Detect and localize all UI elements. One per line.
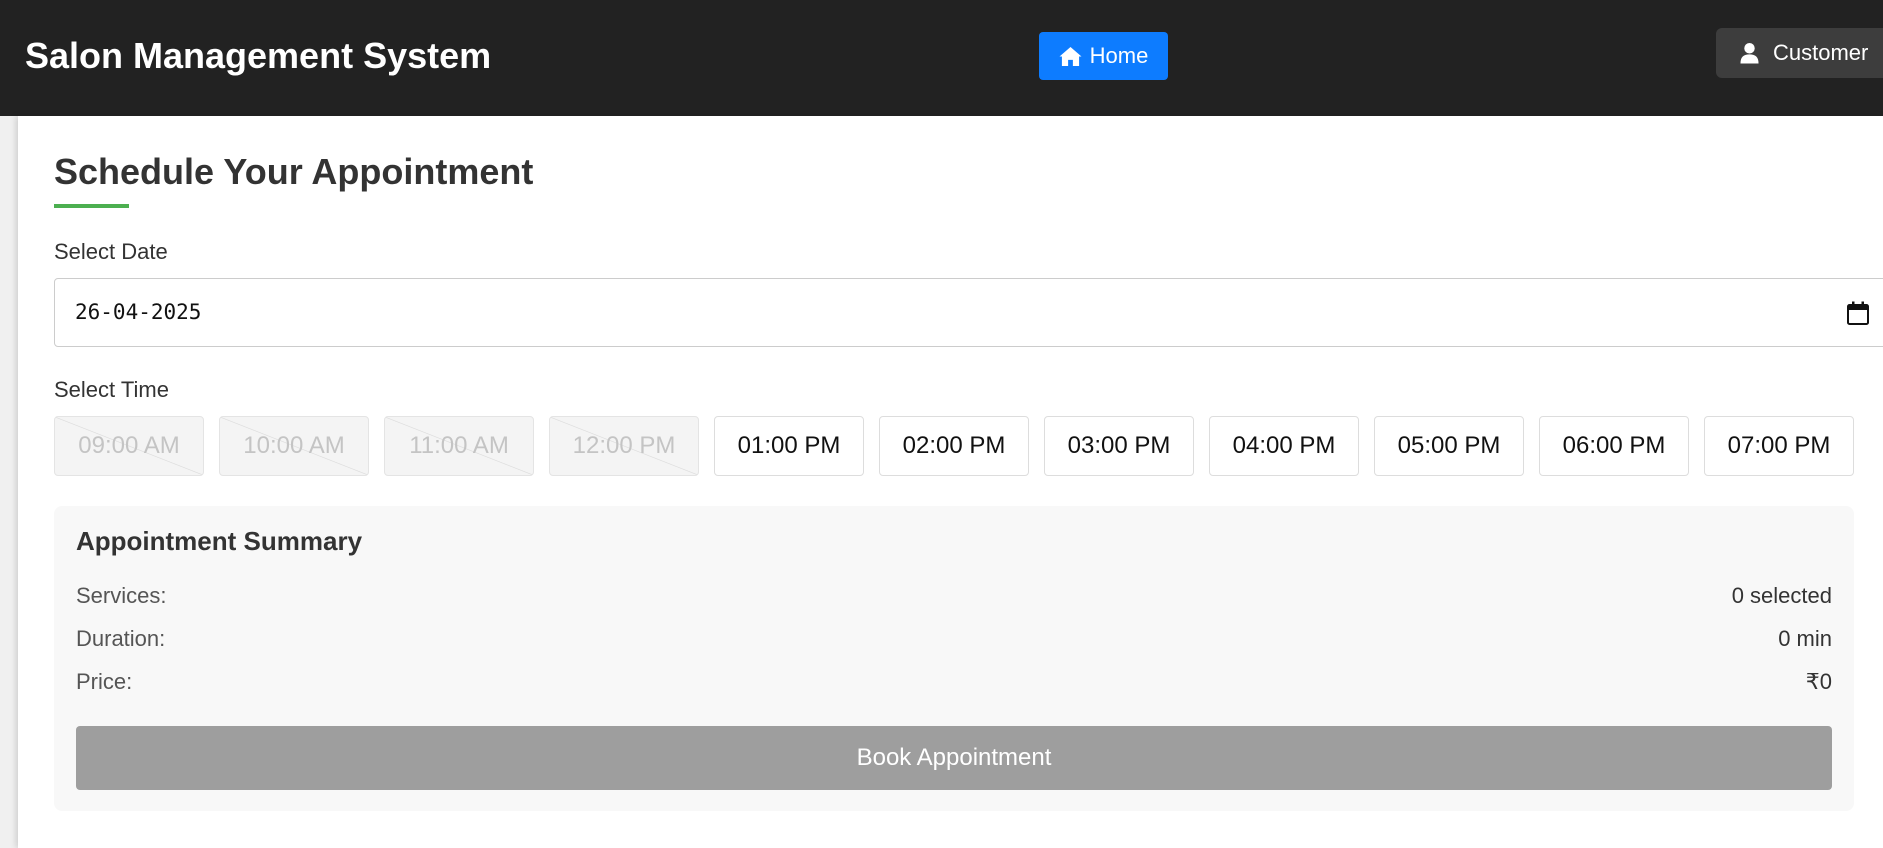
calendar-icon[interactable] <box>1847 301 1869 325</box>
date-label: Select Date <box>54 239 168 264</box>
time-slot[interactable]: 06:00 PM <box>1539 416 1689 476</box>
time-slot[interactable]: 04:00 PM <box>1209 416 1359 476</box>
summary-label: Duration: <box>76 626 166 651</box>
time-slot[interactable]: 07:00 PM <box>1704 416 1854 476</box>
summary-title: Appointment Summary <box>76 526 363 556</box>
summary-row-services: Services: 0 selected <box>76 583 1832 611</box>
customer-menu-button[interactable]: Customer <box>1716 28 1883 78</box>
time-slot[interactable]: 02:00 PM <box>879 416 1029 476</box>
time-label: Select Time <box>54 377 169 402</box>
summary-label: Services: <box>76 583 167 608</box>
time-slot[interactable]: 11:00 AM <box>384 416 534 476</box>
summary-value: 0 selected <box>1731 583 1832 608</box>
time-slot[interactable]: 05:00 PM <box>1374 416 1524 476</box>
user-icon <box>1740 43 1759 64</box>
time-slot[interactable]: 01:00 PM <box>714 416 864 476</box>
date-input[interactable]: 26-04-2025 <box>54 278 1883 347</box>
title-underline <box>54 204 129 208</box>
time-slot[interactable]: 12:00 PM <box>549 416 699 476</box>
home-button[interactable]: Home <box>1039 32 1168 80</box>
home-button-label: Home <box>1089 43 1149 68</box>
summary-row-duration: Duration: 0 min <box>76 626 1832 654</box>
time-slot[interactable]: 09:00 AM <box>54 416 204 476</box>
customer-label: Customer <box>1773 40 1869 65</box>
summary-value: 0 min <box>1778 626 1832 651</box>
navbar: Salon Management System Home Customer <box>0 0 1883 116</box>
brand-title: Salon Management System <box>25 35 492 76</box>
time-slot[interactable]: 03:00 PM <box>1044 416 1194 476</box>
time-slot[interactable]: 10:00 AM <box>219 416 369 476</box>
appointment-summary: Appointment Summary Services: 0 selected… <box>54 506 1854 811</box>
date-value: 26-04-2025 <box>75 300 202 324</box>
summary-label: Price: <box>76 669 133 694</box>
home-icon <box>1059 46 1082 66</box>
page-title: Schedule Your Appointment <box>54 151 534 192</box>
book-appointment-button[interactable]: Book Appointment <box>76 726 1832 790</box>
summary-value: ₹0 <box>1805 669 1832 694</box>
summary-row-price: Price: ₹0 <box>76 669 1832 697</box>
